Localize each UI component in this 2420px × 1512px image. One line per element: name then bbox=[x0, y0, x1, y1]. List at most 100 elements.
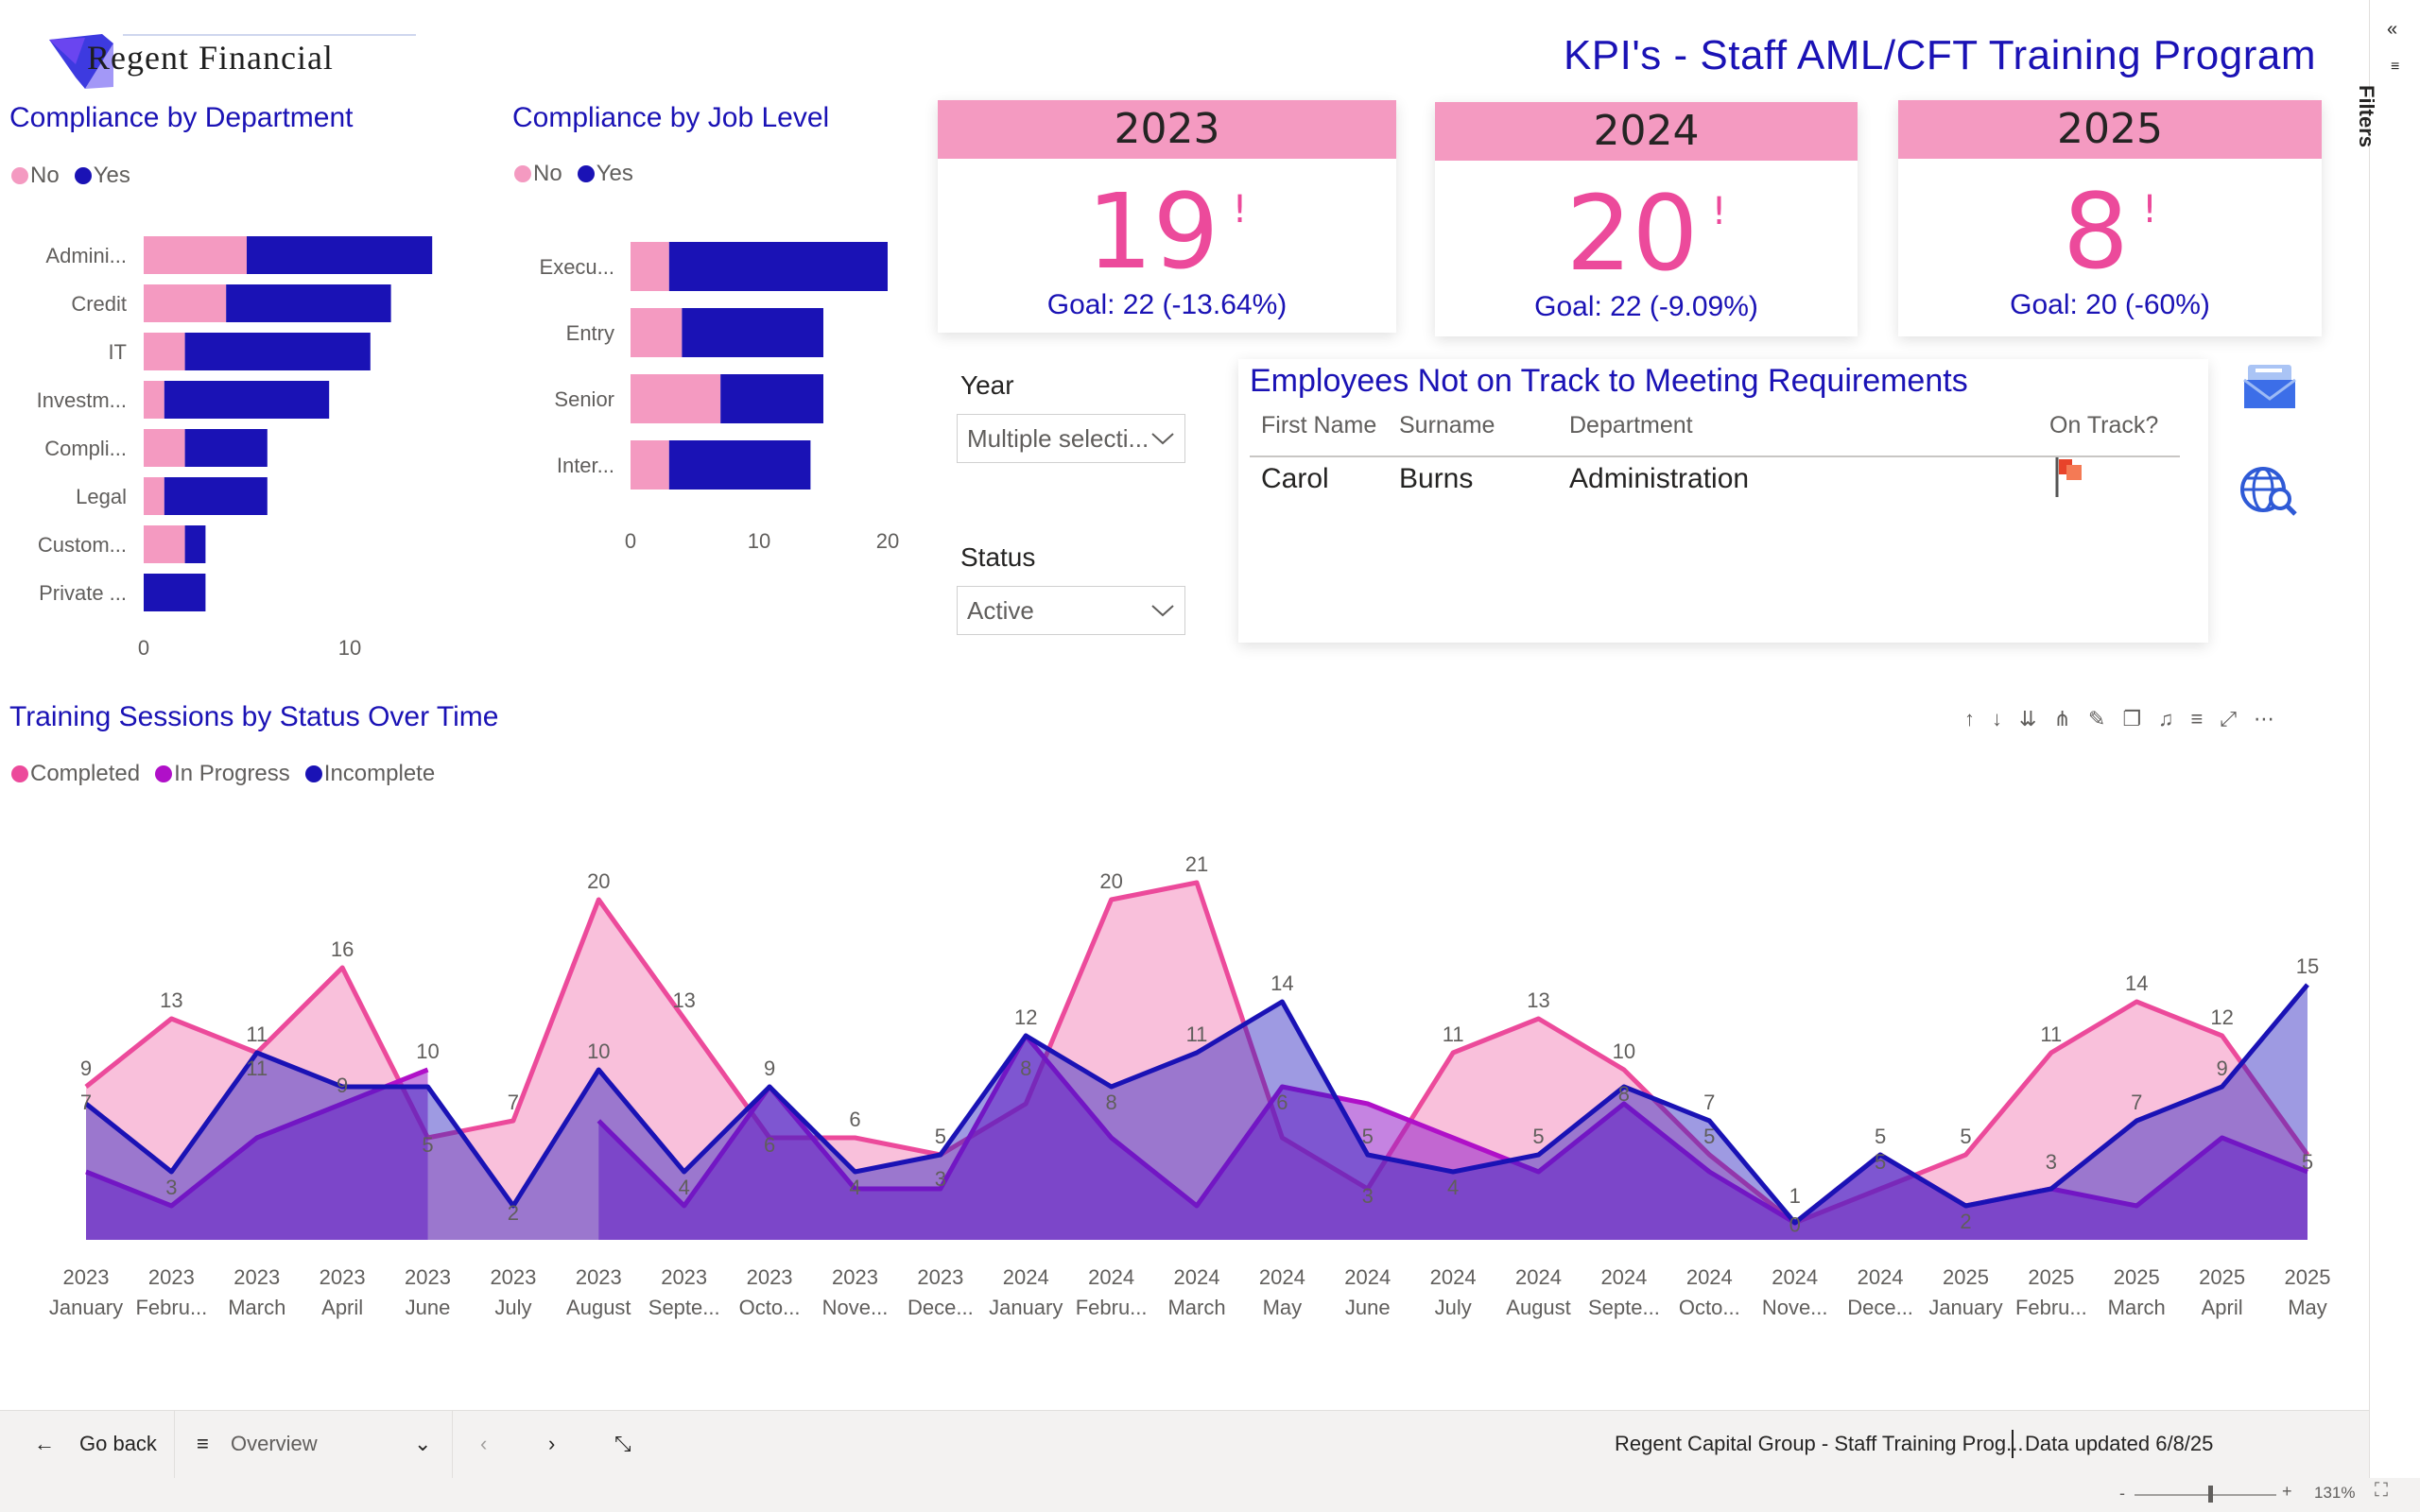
bar-segment-yes bbox=[720, 374, 823, 423]
data-label: 5 bbox=[1960, 1125, 1971, 1148]
filter-icon[interactable]: ≡ bbox=[2191, 707, 2204, 731]
status-slicer-value: Active bbox=[967, 595, 1034, 625]
bar-segment-no bbox=[144, 477, 164, 515]
column-header-surname[interactable]: Surname bbox=[1399, 412, 1495, 439]
kpi-value-row: 19! bbox=[938, 180, 1396, 284]
pin-icon[interactable]: ✎ bbox=[2088, 707, 2105, 731]
expand-hierarchy-icon[interactable]: ⋔ bbox=[2053, 707, 2070, 731]
chevron-down-icon[interactable]: ⌄ bbox=[414, 1432, 431, 1456]
bar-segment-yes bbox=[184, 333, 371, 370]
go-back-button[interactable]: Go back bbox=[79, 1432, 157, 1456]
kpi-card-2023[interactable]: 2023 19! Goal: 22 (-13.64%) bbox=[938, 100, 1396, 333]
legend-item-no[interactable]: No bbox=[11, 163, 60, 189]
x-tick-label: 20 bbox=[876, 529, 899, 553]
legend-item-no[interactable]: No bbox=[514, 161, 562, 187]
data-label: 11 bbox=[1186, 1022, 1208, 1046]
x-tick-month: May bbox=[2288, 1296, 2327, 1319]
data-label: 11 bbox=[1443, 1022, 1464, 1046]
legend-item-yes[interactable]: Yes bbox=[577, 161, 633, 187]
x-tick-year: 2025 bbox=[2285, 1265, 2331, 1289]
kpi-alert-icon: ! bbox=[1232, 188, 1248, 232]
column-header-department[interactable]: Department bbox=[1569, 412, 1693, 439]
column-header-on-track[interactable]: On Track? bbox=[2049, 412, 2158, 439]
kpi-year: 2025 bbox=[1898, 100, 2322, 159]
data-label: 13 bbox=[160, 988, 182, 1012]
drill-up-icon[interactable]: ↑ bbox=[1964, 707, 1975, 731]
x-tick-year: 2023 bbox=[832, 1265, 878, 1289]
more-options-icon[interactable]: ⋯ bbox=[2254, 707, 2274, 731]
copy-icon[interactable]: ❐ bbox=[2122, 707, 2141, 731]
collapse-pane-icon[interactable]: « bbox=[2387, 19, 2397, 41]
previous-page-icon[interactable]: ‹ bbox=[480, 1432, 487, 1456]
data-label: 14 bbox=[2125, 971, 2148, 995]
page-selector[interactable]: Overview bbox=[231, 1432, 318, 1456]
drill-down-icon[interactable]: ↓ bbox=[1992, 707, 2002, 731]
data-label: 5 bbox=[1532, 1125, 1544, 1148]
data-label: 4 bbox=[849, 1176, 860, 1199]
legend-item-yes[interactable]: Yes bbox=[74, 163, 130, 189]
fit-to-page-icon[interactable]: ⛶ bbox=[2375, 1480, 2388, 1502]
legend-item-completed[interactable]: Completed bbox=[11, 761, 140, 787]
x-tick-year: 2024 bbox=[1088, 1265, 1134, 1289]
legend-swatch bbox=[74, 167, 92, 184]
x-tick-year: 2024 bbox=[1259, 1265, 1305, 1289]
bar-segment-no bbox=[144, 381, 164, 419]
data-label: 5 bbox=[1703, 1125, 1715, 1148]
year-slicer-label: Year bbox=[960, 370, 1014, 400]
next-page-icon[interactable]: › bbox=[548, 1432, 555, 1456]
bar-segment-no bbox=[144, 333, 185, 370]
data-label: 10 bbox=[416, 1040, 439, 1063]
data-label: 0 bbox=[1789, 1213, 1801, 1237]
year-slicer-value: Multiple selecti... bbox=[967, 423, 1150, 453]
zoom-in-button[interactable]: + bbox=[2282, 1482, 2292, 1502]
data-label: 6 bbox=[1276, 1091, 1288, 1114]
zoom-out-button[interactable]: - bbox=[2119, 1484, 2125, 1503]
category-label: Custom... bbox=[38, 533, 127, 557]
year-slicer-dropdown[interactable]: Multiple selecti... bbox=[957, 414, 1185, 463]
bar-segment-yes bbox=[668, 440, 811, 490]
kpi-value: 8 bbox=[2062, 171, 2129, 292]
status-slicer-dropdown[interactable]: Active bbox=[957, 586, 1185, 635]
email-icon[interactable] bbox=[2242, 359, 2299, 412]
focus-mode-icon[interactable]: ⤢ bbox=[2220, 707, 2237, 731]
collapse-icon[interactable]: ⤡ bbox=[614, 1432, 631, 1456]
x-tick-month: August bbox=[566, 1296, 631, 1319]
kpi-alert-icon: ! bbox=[2141, 188, 2158, 232]
filters-pane[interactable]: « ≡ bbox=[2369, 0, 2420, 1478]
web-search-icon[interactable] bbox=[2238, 465, 2301, 518]
kpi-value: 20 bbox=[1565, 173, 1699, 294]
x-tick-month: Nove... bbox=[822, 1296, 889, 1319]
x-tick-month: July bbox=[494, 1296, 531, 1319]
data-label: 12 bbox=[1014, 1005, 1037, 1029]
zoom-slider[interactable] bbox=[2135, 1494, 2276, 1496]
x-tick-year: 2023 bbox=[917, 1265, 963, 1289]
zoom-slider-thumb[interactable] bbox=[2208, 1486, 2213, 1503]
kpi-card-2024[interactable]: 2024 20! Goal: 22 (-9.09%) bbox=[1435, 102, 1858, 336]
x-tick-label: 0 bbox=[625, 529, 636, 553]
kpi-value-row: 8! bbox=[1898, 180, 2322, 284]
bar-segment-yes bbox=[164, 477, 268, 515]
kpi-card-2025[interactable]: 2025 8! Goal: 20 (-60%) bbox=[1898, 100, 2322, 336]
data-label: 10 bbox=[1613, 1040, 1635, 1063]
legend-item-in-progress[interactable]: In Progress bbox=[155, 761, 290, 787]
x-tick-year: 2023 bbox=[233, 1265, 280, 1289]
job-chart-legend: No Yes bbox=[514, 161, 643, 187]
x-tick-month: August bbox=[1506, 1296, 1571, 1319]
chevron-down-icon bbox=[1151, 433, 1174, 445]
category-label: Entry bbox=[566, 321, 614, 345]
visual-header-toolbar: ↑ ↓ ⇊ ⋔ ✎ ❐ ♫ ≡ ⤢ ⋯ bbox=[1964, 707, 2274, 731]
chevron-down-icon bbox=[1151, 605, 1174, 617]
x-tick-year: 2024 bbox=[1772, 1265, 1818, 1289]
category-label: Inter... bbox=[557, 454, 614, 477]
dept-chart: Admini... Credit IT Investm... Compli... Lega… bbox=[37, 236, 433, 660]
go-to-next-level-icon[interactable]: ⇊ bbox=[2019, 707, 2036, 731]
bell-icon[interactable]: ♫ bbox=[2158, 707, 2174, 731]
data-label: 6 bbox=[849, 1108, 860, 1131]
back-arrow-icon[interactable]: ← bbox=[34, 1432, 55, 1456]
filters-label[interactable]: Filters bbox=[2354, 85, 2378, 198]
x-tick-month: March bbox=[2108, 1296, 2166, 1319]
x-tick-month: Octo... bbox=[1679, 1296, 1740, 1319]
dept-chart-legend: No Yes bbox=[11, 163, 140, 189]
column-header-first-name[interactable]: First Name bbox=[1261, 412, 1376, 439]
legend-item-incomplete[interactable]: Incomplete bbox=[304, 761, 435, 787]
